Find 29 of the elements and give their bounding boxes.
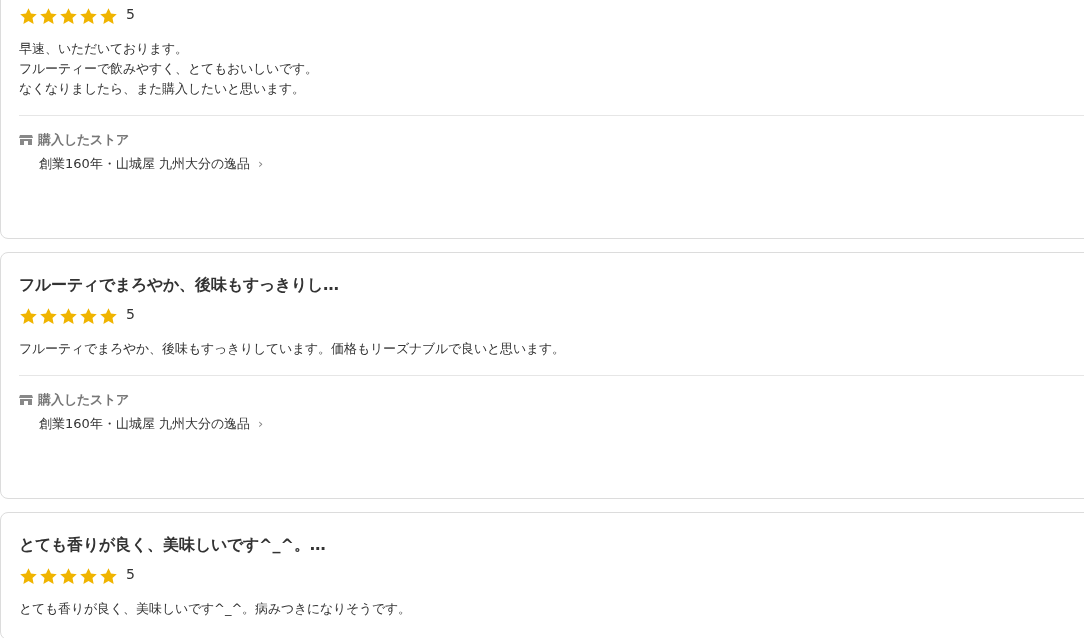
filled-star-icon: [59, 6, 78, 26]
rating-value: 5: [126, 6, 135, 22]
filled-star-icon: [39, 6, 58, 26]
review-title: とても香りが良く、美味しいです^_^。…: [19, 535, 327, 555]
filled-star-icon: [39, 566, 58, 586]
rating-value: 5: [126, 306, 135, 322]
filled-star-icon: [79, 6, 98, 26]
filled-star-icon: [99, 306, 118, 326]
review-text: 早速、いただいております。 フルーティーで飲みやすく、とてもおいしいです。 なくなりましたら、また購入したいと思います。: [19, 40, 319, 98]
filled-star-icon: [99, 566, 118, 586]
filled-star-icon: [79, 566, 98, 586]
store-label: 購入したストア: [38, 131, 129, 149]
review-text: とても香りが良く、美味しいです^_^。病みつきになりそうです。: [19, 600, 413, 618]
store-link[interactable]: 創業160年・山城屋 九州大分の逸品 ›: [39, 414, 264, 434]
review-title: フルーティでまろやか、後味もすっきりし…: [19, 275, 340, 295]
filled-star-icon: [19, 6, 38, 26]
filled-star-icon: [19, 306, 38, 326]
filled-star-icon: [39, 306, 58, 326]
shop-icon: [19, 134, 33, 146]
filled-star-icon: [99, 6, 118, 26]
store-label: 購入したストア: [38, 391, 129, 409]
filled-star-icon: [79, 306, 98, 326]
filled-star-icon: [19, 566, 38, 586]
filled-star-icon: [59, 306, 78, 326]
review-text: フルーティでまろやか、後味もすっきりしています。価格もリーズナブルで良いと思います。: [19, 340, 566, 358]
rating-value: 5: [126, 566, 135, 582]
shop-icon: [19, 394, 33, 406]
filled-star-icon: [59, 566, 78, 586]
store-link[interactable]: 創業160年・山城屋 九州大分の逸品 ›: [39, 154, 264, 174]
